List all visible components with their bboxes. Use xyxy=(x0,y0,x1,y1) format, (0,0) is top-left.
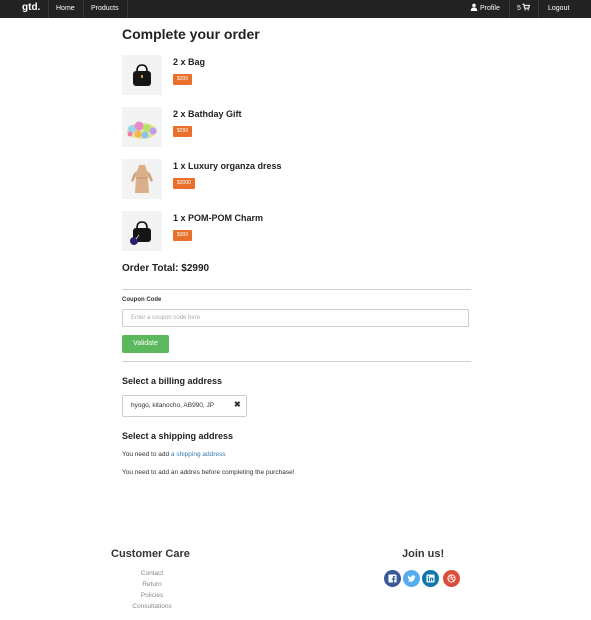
shipping-heading: Select a shipping address xyxy=(122,431,234,441)
footer-return-link[interactable]: Return xyxy=(112,581,192,588)
bag-thumbnail[interactable] xyxy=(122,55,162,95)
validate-button[interactable]: Validate xyxy=(122,335,169,353)
facebook-icon xyxy=(388,574,397,583)
nav-cart-link[interactable]: 5 xyxy=(517,0,532,18)
linkedin-icon xyxy=(426,574,435,583)
item-name: 1 x Luxury organza dress xyxy=(173,161,282,171)
nav-products-link[interactable]: Products xyxy=(91,0,119,18)
remove-address-icon[interactable]: ✖ xyxy=(234,400,241,409)
charm-thumbnail[interactable] xyxy=(122,211,162,251)
page-title: Complete your order xyxy=(122,26,260,42)
billing-address-text: hyogo, kitanocho, AB990, JP xyxy=(131,402,215,409)
price-badge: $290 xyxy=(173,126,193,137)
navbar: gtd. Home Products Profile 5 Logout xyxy=(0,0,591,18)
coupon-placeholder: Enter a coupon code here xyxy=(131,315,201,321)
purchase-warning: You need to add an addres before complet… xyxy=(122,469,295,476)
order-item: 2 x Bathday Gift $290 xyxy=(122,107,422,147)
shipping-needed-text: You need to add xyxy=(122,451,171,458)
coupon-input[interactable]: Enter a coupon code here xyxy=(122,309,469,327)
billing-heading: Select a billing address xyxy=(122,376,223,386)
item-name: 1 x POM-POM Charm xyxy=(173,213,264,223)
nav-profile-link[interactable]: Profile xyxy=(470,0,500,18)
nav-profile-label: Profile xyxy=(480,5,500,12)
price-badge: $300 xyxy=(173,230,193,241)
item-name: 2 x Bathday Gift xyxy=(173,109,242,119)
bag-image xyxy=(133,64,151,86)
coupon-label: Coupon Code xyxy=(122,297,162,303)
nav-divider xyxy=(48,0,49,18)
footer-consultations-link[interactable]: Consultations xyxy=(112,603,192,610)
item-name: 2 x Bag xyxy=(173,57,206,67)
twitter-icon xyxy=(407,575,416,582)
dress-thumbnail[interactable] xyxy=(122,159,162,199)
nav-divider xyxy=(83,0,84,18)
shipping-needed-message: You need to add a shipping address xyxy=(122,451,226,458)
billing-address-chip[interactable]: hyogo, kitanocho, AB990, JP ✖ xyxy=(122,395,247,417)
twitter-button[interactable] xyxy=(403,570,420,587)
divider xyxy=(122,289,471,290)
price-badge: $200 xyxy=(173,74,193,85)
dribbble-button[interactable] xyxy=(443,570,460,587)
charm-image xyxy=(130,221,151,245)
nav-logout-link[interactable]: Logout xyxy=(548,0,569,18)
facebook-button[interactable] xyxy=(384,570,401,587)
footer-policies-link[interactable]: Policies xyxy=(112,592,192,599)
brand-logo[interactable]: gtd. xyxy=(22,2,40,13)
gift-thumbnail[interactable] xyxy=(122,107,162,147)
dribbble-icon xyxy=(447,574,456,583)
order-item: 2 x Bag $200 xyxy=(122,55,422,95)
join-us-heading: Join us! xyxy=(402,548,445,560)
add-shipping-address-link[interactable]: a shipping address xyxy=(171,451,226,458)
order-item: 1 x Luxury organza dress $2000 xyxy=(122,159,422,199)
footer-contact-link[interactable]: Contact xyxy=(112,570,192,577)
nav-divider xyxy=(127,0,128,18)
dress-image xyxy=(131,165,153,193)
user-icon xyxy=(470,3,478,11)
customer-care-heading: Customer Care xyxy=(111,548,190,560)
order-item: 1 x POM-POM Charm $300 xyxy=(122,211,422,251)
nav-divider xyxy=(509,0,510,18)
gift-image xyxy=(127,121,157,139)
linkedin-button[interactable] xyxy=(422,570,439,587)
divider xyxy=(122,361,471,362)
cart-count: 5 xyxy=(517,5,521,12)
cart-icon xyxy=(522,3,530,11)
order-total: Order Total: $2990 xyxy=(122,263,210,274)
price-badge: $2000 xyxy=(173,178,195,189)
nav-home-link[interactable]: Home xyxy=(56,0,75,18)
nav-divider xyxy=(538,0,539,18)
